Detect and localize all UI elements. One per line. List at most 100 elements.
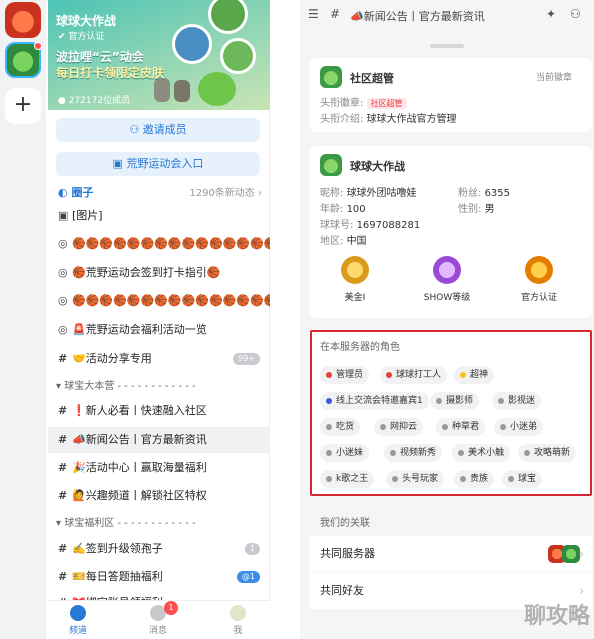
channel-row[interactable]: ◎ 🏀🏀🏀🏀🏀🏀🏀🏀🏀🏀🏀🏀🏀🏀🏀: [48, 231, 270, 257]
me-tab-icon: [230, 605, 246, 621]
channel-label: 🏀🏀🏀🏀🏀🏀🏀🏀🏀🏀🏀🏀🏀🏀🏀: [72, 237, 270, 250]
channel-label: 🏀🏀🏀🏀🏀🏀🏀🏀🏀🏀🏀🏀🏀🏀🏀: [72, 294, 270, 307]
role-chip: 影视迷: [492, 392, 542, 410]
category-title: 球宝福利区 - - - - - - - - - - - -: [64, 518, 196, 529]
circle-icon: ◐: [58, 186, 72, 199]
show-level-icon: [433, 256, 461, 284]
promo-line-2: 每日打卡领限定皮肤: [56, 66, 165, 80]
role-dot: [326, 476, 332, 482]
profile-name: 球球大作战: [350, 160, 405, 173]
server-icon-game[interactable]: [5, 2, 41, 38]
admin-badge-card: 社区超管 当前徽章 头衔徽章: 社区超管 头衔介绍: 球球大作战官方管理: [310, 58, 592, 132]
role-chip: 小迷弟: [494, 418, 544, 436]
hash-icon: #: [58, 570, 68, 583]
role-dot: [498, 398, 504, 404]
role-dot: [460, 372, 466, 378]
id-key: 球球号:: [320, 220, 354, 231]
relations-title: 我们的关联: [320, 518, 370, 529]
channel-row[interactable]: # 🎫每日答题抽福利 @1: [48, 564, 270, 590]
menu-collapse-icon[interactable]: ☰: [308, 7, 319, 21]
role-label: 头号玩家: [402, 474, 439, 484]
unread-pill: 99+: [233, 353, 260, 365]
channel-label: 🙋兴趣频道丨解锁社区特权: [72, 489, 207, 502]
role-chip: 贵族: [454, 470, 495, 488]
role-chip: 头号玩家: [386, 470, 445, 488]
role-dot: [326, 372, 332, 378]
pin-icon[interactable]: ✦: [546, 7, 556, 21]
fans-key: 粉丝:: [458, 188, 482, 199]
role-label: 球宝: [518, 474, 537, 484]
badge-row: 头衔徽章: 社区超管: [320, 94, 407, 109]
role-dot: [326, 424, 332, 430]
event-entry-button[interactable]: ▣ 荒野运动会入口: [56, 152, 260, 176]
role-label: 线上交流会特邀嘉宾1: [336, 396, 423, 406]
role-dot: [458, 450, 464, 456]
nickname-key: 昵称:: [320, 188, 344, 199]
circle-entry[interactable]: ◐ 圈子 1290条新动态 ›: [58, 184, 262, 200]
official-tag: ✔ 官方认证: [58, 32, 105, 42]
channel-row[interactable]: # 🤝活动分享专用 99+: [48, 346, 270, 372]
tab-label: 我: [233, 626, 243, 636]
common-friends-label: 共同好友: [320, 584, 364, 597]
channel-row[interactable]: ▣ [图片]: [48, 203, 270, 229]
bottom-tab-bar: 频道 消息 1 我: [48, 600, 270, 639]
channel-row[interactable]: # 🙋兴趣频道丨解锁社区特权: [48, 483, 270, 509]
role-chip: 球球打工人: [380, 366, 448, 384]
add-server-button[interactable]: +: [5, 88, 41, 124]
common-servers-row[interactable]: 共同服务器 ›: [310, 536, 592, 572]
animal-icon: [154, 78, 170, 102]
role-label: 网抑云: [390, 422, 418, 432]
role-dot: [524, 450, 530, 456]
gold-medal-icon: [341, 256, 369, 284]
fans-value: 6355: [484, 188, 511, 199]
channel-row[interactable]: # ❗新人必看丨快速融入社区: [48, 398, 270, 424]
role-label: 小迷妹: [336, 448, 364, 458]
hash-icon: #: [58, 461, 68, 474]
tab-messages[interactable]: 消息 1: [128, 601, 188, 636]
category-header[interactable]: ▾ 球宝大本营 - - - - - - - - - - - -: [48, 377, 270, 397]
channel-label: 🎫每日答题抽福利: [72, 570, 163, 583]
channel-row[interactable]: ◎ 🏀荒野运动会签到打卡指引🏀: [48, 260, 270, 286]
badge-key: 头衔徽章:: [320, 98, 364, 109]
guild-banner[interactable]: 球球大作战 ✔ 官方认证 波拉哩“云”动会 每日打卡领限定皮肤 ● 272172…: [48, 0, 270, 110]
role-label: 小迷弟: [510, 422, 538, 432]
desc-value: 球球大作战官方管理: [366, 114, 457, 125]
region-key: 地区:: [320, 236, 344, 247]
channel-label: 🚨荒野运动会福利活动一览: [72, 323, 207, 336]
circle-meta-text: 1290条新动态: [189, 188, 255, 199]
role-dot: [380, 424, 386, 430]
server-roles-card: 在本服务器的角色 管理员 球球打工人 超神 线上交流会特邀嘉宾1 摄影师 影视迷…: [310, 330, 592, 496]
role-chip: 攻略萌新: [518, 444, 577, 462]
channel-row[interactable]: ◎ 🚨荒野运动会福利活动一览: [48, 317, 270, 343]
circle-label: 圈子: [71, 186, 94, 199]
tab-me[interactable]: 我: [208, 605, 268, 636]
invite-members-button[interactable]: ⚇ 邀请成员: [56, 118, 260, 142]
role-chip: 摄影师: [430, 392, 480, 410]
chevron-right-icon: ›: [579, 547, 584, 561]
role-chip: 超神: [454, 366, 495, 384]
hash-icon: #: [330, 7, 341, 21]
role-chip: 美术小触: [452, 444, 511, 462]
channel-header: ☰ # 📣新闻公告丨官方最新资讯 ✦ ⚇: [300, 0, 594, 30]
role-label: 影视迷: [508, 396, 536, 406]
tab-channels[interactable]: 频道: [48, 605, 108, 636]
channel-row[interactable]: # 🎉活动中心丨赢取海量福利: [48, 455, 270, 481]
category-header[interactable]: ▾ 球宝福利区 - - - - - - - - - - - -: [48, 514, 270, 534]
channel-row[interactable]: ◎ 🏀🏀🏀🏀🏀🏀🏀🏀🏀🏀🏀🏀🏀🏀🏀: [48, 288, 270, 314]
role-chip: 吃货: [320, 418, 361, 436]
channel-row[interactable]: # ✍️签到升级领孢子 1: [48, 536, 270, 562]
mascot-circle-icon: [172, 24, 212, 64]
drag-handle[interactable]: [430, 44, 464, 48]
hash-icon: #: [58, 489, 68, 502]
medal-verified[interactable]: 官方认证: [509, 256, 569, 303]
hash-icon: #: [58, 542, 68, 555]
channel-row-active[interactable]: # 📣新闻公告丨官方最新资讯: [48, 427, 270, 453]
desc-row: 头衔介绍: 球球大作战官方管理: [320, 110, 457, 125]
medal-label: 官方认证: [520, 293, 557, 303]
medal-gold[interactable]: 美金I: [325, 256, 385, 303]
role-label: 美术小触: [468, 448, 505, 458]
role-chip: 视频新秀: [384, 444, 443, 462]
members-icon[interactable]: ⚇: [570, 7, 581, 21]
medal-show-level[interactable]: SHOW等级: [417, 256, 477, 303]
role-dot: [326, 450, 332, 456]
